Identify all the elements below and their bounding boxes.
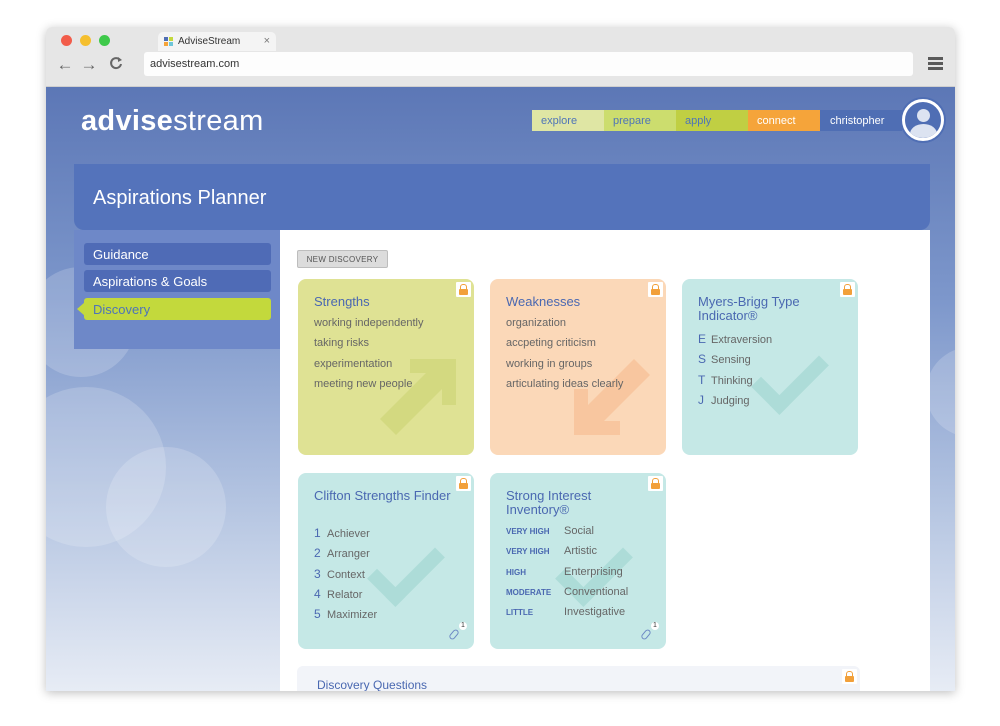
discovery-questions-panel[interactable]: Discovery Questions xyxy=(297,666,860,691)
weaknesses-list: organization accpeting criticism working… xyxy=(506,316,623,397)
close-window-button[interactable] xyxy=(61,35,72,46)
maximize-window-button[interactable] xyxy=(99,35,110,46)
forward-arrow-icon[interactable]: → xyxy=(80,56,98,74)
clifton-strengths-card[interactable]: Clifton Strengths Finder 1 Achiever 2 Arra… xyxy=(298,473,474,649)
main-content: NEW DISCOVERY Strengths working independ… xyxy=(280,230,930,691)
nav-prepare[interactable]: prepare xyxy=(604,110,676,131)
browser-tab[interactable]: AdviseStream × xyxy=(158,32,276,51)
list-item: LITTLE Investigative xyxy=(506,606,626,619)
strong-interest-card[interactable]: Strong Interest Inventory® VERY HIGH Soci… xyxy=(490,473,666,649)
paperclip-icon[interactable]: 1 xyxy=(640,622,659,641)
paperclip-icon[interactable]: 1 xyxy=(448,622,467,641)
browser-window: AdviseStream × ← → advisestream.com advi… xyxy=(46,27,955,691)
card-title: Strengths xyxy=(314,294,370,309)
attachment-count: 1 xyxy=(459,622,467,630)
list-item: 2 Arranger xyxy=(314,546,370,561)
tab-close-icon[interactable]: × xyxy=(264,35,270,47)
attachment-count: 1 xyxy=(651,622,659,630)
sidebar-item-guidance[interactable]: Guidance xyxy=(84,243,271,265)
reload-icon[interactable] xyxy=(107,56,125,74)
url-text: advisestream.com xyxy=(150,58,240,70)
lock-icon[interactable] xyxy=(648,476,663,491)
nav-connect[interactable]: connect xyxy=(748,110,820,131)
card-title: Strong Interest Inventory® xyxy=(506,488,592,517)
list-item: 1 Achiever xyxy=(314,526,370,540)
card-title: Weaknesses xyxy=(506,294,581,309)
lock-icon[interactable] xyxy=(456,476,471,491)
user-avatar-icon[interactable] xyxy=(902,99,944,141)
weaknesses-card[interactable]: Weaknesses organization accpeting critic… xyxy=(490,279,666,455)
strong-interest-list: VERY HIGH Social VERY HIGH Artistic HIGH En… xyxy=(506,524,628,625)
list-item: meeting new people xyxy=(314,377,413,390)
lock-icon[interactable] xyxy=(456,282,471,297)
nav-explore[interactable]: explore xyxy=(532,110,604,131)
new-discovery-button[interactable]: NEW DISCOVERY xyxy=(297,250,388,268)
sidebar-item-aspirations-goals[interactable]: Aspirations & Goals xyxy=(84,270,271,292)
logo-light-text: stream xyxy=(173,105,264,137)
top-navigation: explore prepare apply connect christophe… xyxy=(532,110,902,131)
strengths-card[interactable]: Strengths working independently taking r… xyxy=(298,279,474,455)
list-item: J Judging xyxy=(698,392,750,407)
browser-chrome: AdviseStream × ← → advisestream.com xyxy=(46,27,955,87)
sidebar: Guidance Aspirations & Goals Discovery xyxy=(74,230,280,349)
list-item: accpeting criticism xyxy=(506,337,596,350)
browser-menu-icon[interactable] xyxy=(928,57,943,70)
advisestream-logo[interactable]: advisestream xyxy=(81,105,264,138)
list-item: VERY HIGH Social xyxy=(506,525,594,537)
page-title: Aspirations Planner xyxy=(93,187,267,209)
card-title: Clifton Strengths Finder xyxy=(314,488,451,503)
logo-bold-text: advise xyxy=(81,105,174,137)
minimize-window-button[interactable] xyxy=(80,35,91,46)
list-item: HIGH Enterprising xyxy=(506,565,623,578)
lock-icon[interactable] xyxy=(842,669,857,684)
list-item: VERY HIGH Artistic xyxy=(506,545,597,558)
strengths-list: working independently taking risks exper… xyxy=(314,316,423,397)
background-bokeh xyxy=(926,347,955,437)
list-item: articulating ideas clearly xyxy=(506,377,624,390)
myers-brigg-list: E Extraversion S Sensing T Thinking J Judgin… xyxy=(698,332,772,413)
advisestream-favicon-icon xyxy=(164,37,173,46)
lock-icon[interactable] xyxy=(648,282,663,297)
address-bar[interactable]: advisestream.com xyxy=(144,52,913,76)
back-arrow-icon[interactable]: ← xyxy=(56,56,74,74)
sidebar-item-discovery[interactable]: Discovery xyxy=(84,298,271,320)
nav-apply[interactable]: apply xyxy=(676,110,748,131)
list-item: E Extraversion xyxy=(698,332,773,346)
list-item: 4 Relator xyxy=(314,586,363,601)
background-bokeh xyxy=(106,447,226,567)
list-item: taking risks xyxy=(314,337,370,350)
list-item: T Thinking xyxy=(698,372,753,387)
user-name[interactable]: christopher xyxy=(820,110,902,131)
checkmark-icon xyxy=(367,529,445,607)
card-title: Myers-Brigg Type Indicator® xyxy=(698,294,800,323)
list-item: organization xyxy=(506,317,566,329)
myers-brigg-card[interactable]: Myers-Brigg Type Indicator® E Extraversio… xyxy=(682,279,858,455)
list-item: 3 Context xyxy=(314,566,365,581)
page-viewport: advisestream explore prepare apply conne… xyxy=(46,87,955,691)
tab-title: AdviseStream xyxy=(178,36,241,47)
page-header: Aspirations Planner xyxy=(74,164,930,230)
list-item: working in groups xyxy=(506,357,593,370)
list-item: MODERATE Conventional xyxy=(506,585,629,598)
list-item: experimentation xyxy=(314,357,393,370)
list-item: working independently xyxy=(314,317,424,329)
discovery-questions-title: Discovery Questions xyxy=(317,678,428,691)
lock-icon[interactable] xyxy=(840,282,855,297)
clifton-list: 1 Achiever 2 Arranger 3 Context 4 Relator 5M… xyxy=(314,526,377,627)
list-item: S Sensing xyxy=(698,352,751,367)
list-item: 5 Maximizer xyxy=(314,607,378,622)
